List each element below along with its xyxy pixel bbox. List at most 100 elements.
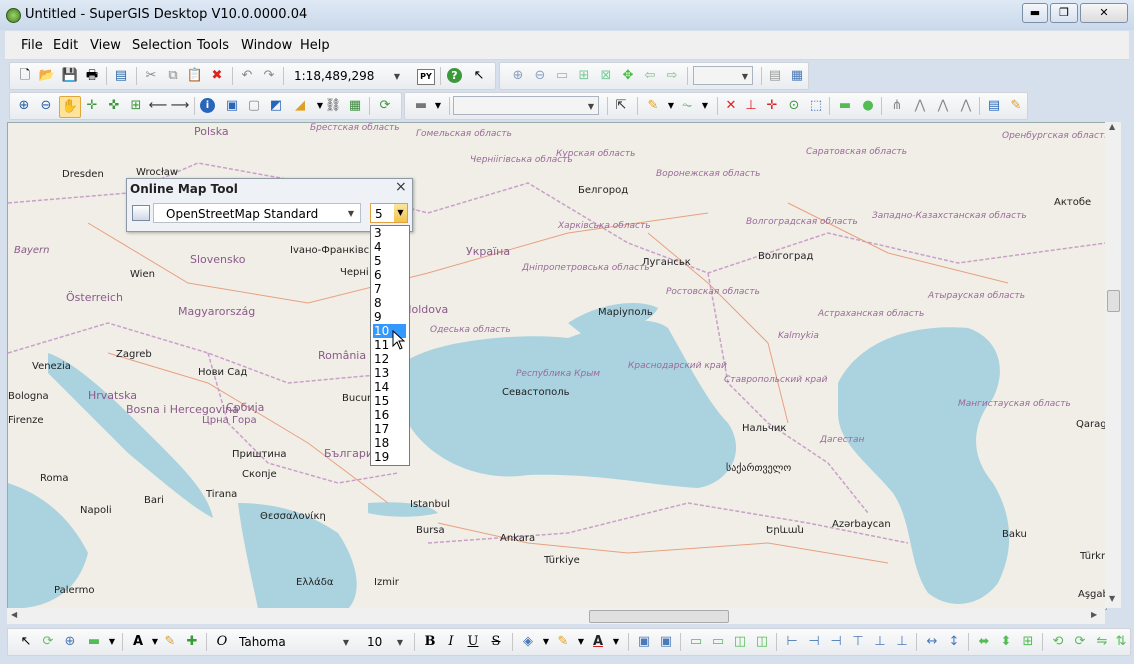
font-color-icon[interactable]: A bbox=[588, 632, 608, 652]
group-icon[interactable]: ▣ bbox=[634, 632, 654, 652]
menu-window[interactable]: Window bbox=[241, 38, 292, 53]
menu-selection[interactable]: Selection bbox=[132, 38, 192, 53]
map-provider-select[interactable]: OpenStreetMap Standard ▼ bbox=[153, 203, 361, 223]
zoom-in-icon[interactable]: ⊕ bbox=[14, 96, 34, 116]
make-same-size-icon[interactable]: ⊞ bbox=[1018, 632, 1038, 652]
edit-vertices-icon[interactable]: ⬚ bbox=[806, 96, 826, 116]
underline-button[interactable]: U bbox=[463, 632, 483, 652]
rectangle-shape-icon[interactable]: ▬ bbox=[835, 96, 855, 116]
next-extent-icon[interactable]: ⇨ bbox=[662, 66, 682, 86]
sketch-pencil-icon[interactable]: ✎ bbox=[643, 96, 663, 116]
send-backward-icon[interactable]: ◫ bbox=[752, 632, 772, 652]
previous-extent-icon[interactable]: ⇦ bbox=[640, 66, 660, 86]
align-right-icon[interactable]: ⊣ bbox=[826, 632, 846, 652]
zoom-level-option[interactable]: 17 bbox=[373, 422, 406, 436]
paste-icon[interactable]: 📋 bbox=[185, 66, 205, 86]
vertex-icon[interactable]: ⊙ bbox=[784, 96, 804, 116]
layout-view-icon[interactable]: ▤ bbox=[765, 66, 785, 86]
python-console-icon[interactable]: PY bbox=[417, 69, 435, 85]
distribute-vertical-icon[interactable]: ↕ bbox=[944, 632, 964, 652]
scroll-thumb[interactable] bbox=[589, 610, 729, 623]
pan-extent-icon[interactable]: ✥ bbox=[618, 66, 638, 86]
target-layer-combo[interactable]: ▼ bbox=[453, 96, 599, 115]
zoom-level-option[interactable]: 19 bbox=[373, 450, 406, 464]
zoom-level-option[interactable]: 18 bbox=[373, 436, 406, 450]
save-icon[interactable]: 💾 bbox=[60, 66, 80, 86]
clear-selection-icon[interactable]: ▢ bbox=[244, 96, 264, 116]
edit-annotation-icon[interactable]: ✎ bbox=[1006, 96, 1026, 116]
font-name-select[interactable]: Tahoma ▼ bbox=[234, 632, 354, 651]
chevron-down-icon[interactable]: ▼ bbox=[606, 632, 626, 652]
whats-this-icon[interactable]: ↖ bbox=[469, 66, 489, 86]
panel-close-button[interactable]: × bbox=[395, 179, 407, 195]
close-button[interactable]: ✕ bbox=[1080, 3, 1128, 23]
zoom-level-option[interactable]: 9 bbox=[373, 310, 406, 324]
copy-icon[interactable]: ⧉ bbox=[163, 66, 183, 86]
union-icon[interactable]: ⋀ bbox=[910, 96, 930, 116]
sketch-tool-icon[interactable]: ⏦ bbox=[677, 96, 697, 116]
flip-vertical-icon[interactable]: ⇅ bbox=[1111, 632, 1131, 652]
minimize-button[interactable]: ▬ bbox=[1022, 3, 1048, 23]
fill-color-icon[interactable]: ◈ bbox=[518, 632, 538, 652]
fixed-zoom-in-icon[interactable]: ⊕ bbox=[508, 66, 528, 86]
make-same-width-icon[interactable]: ⬌ bbox=[974, 632, 994, 652]
edit-vertices-icon[interactable]: ✚ bbox=[182, 632, 202, 652]
chevron-down-icon[interactable]: ▼ bbox=[102, 632, 122, 652]
undo-icon[interactable]: ↶ bbox=[237, 66, 257, 86]
scroll-right-icon[interactable]: ▶ bbox=[1091, 610, 1097, 619]
chevron-down-icon[interactable]: ▼ bbox=[428, 96, 448, 116]
chevron-down-icon[interactable]: ▼ bbox=[394, 204, 407, 222]
align-center-icon[interactable]: ⊣ bbox=[804, 632, 824, 652]
zoom-level-option[interactable]: 8 bbox=[373, 296, 406, 310]
menu-view[interactable]: View bbox=[90, 38, 121, 53]
align-left-icon[interactable]: ⊢ bbox=[782, 632, 802, 652]
scroll-left-icon[interactable]: ◀ bbox=[11, 610, 17, 619]
zoom-level-option[interactable]: 7 bbox=[373, 282, 406, 296]
select-elements-icon[interactable]: ↖ bbox=[16, 632, 36, 652]
scroll-down-icon[interactable]: ▼ bbox=[1109, 594, 1115, 603]
open-folder-icon[interactable]: 📂 bbox=[37, 66, 57, 86]
fixed-zoom-out-icon[interactable]: ⊖ bbox=[530, 66, 550, 86]
zoom-out-icon[interactable]: ⊖ bbox=[36, 96, 56, 116]
perpendicular-icon[interactable]: ⊥ bbox=[741, 96, 761, 116]
send-back-icon[interactable]: ▭ bbox=[708, 632, 728, 652]
make-same-height-icon[interactable]: ⬍ bbox=[996, 632, 1016, 652]
align-top-icon[interactable]: ⊤ bbox=[848, 632, 868, 652]
intersection-icon[interactable]: ✛ bbox=[762, 96, 782, 116]
back-arrow-icon[interactable]: ⟵ bbox=[148, 96, 168, 116]
rotate-left-icon[interactable]: ⟲ bbox=[1048, 632, 1068, 652]
scroll-up-icon[interactable]: ▲ bbox=[1109, 122, 1115, 131]
menu-edit[interactable]: Edit bbox=[53, 38, 78, 53]
zoom-in-fixed-icon[interactable]: ✛ bbox=[82, 96, 102, 116]
maximize-button[interactable]: ❐ bbox=[1050, 3, 1078, 23]
help-icon[interactable]: ? bbox=[447, 68, 462, 83]
zoom-level-option[interactable]: 14 bbox=[373, 380, 406, 394]
zoom-level-option[interactable]: 5 bbox=[373, 254, 406, 268]
pencil-icon[interactable]: ✎ bbox=[160, 632, 180, 652]
line-color-icon[interactable]: ✎ bbox=[553, 632, 573, 652]
zoom-level-option[interactable]: 16 bbox=[373, 408, 406, 422]
redo-icon[interactable]: ↷ bbox=[259, 66, 279, 86]
distribute-horizontal-icon[interactable]: ↔ bbox=[922, 632, 942, 652]
flip-horizontal-icon[interactable]: ⇋ bbox=[1092, 632, 1112, 652]
map-scale-combo[interactable]: 1:18,489,298 ▼ bbox=[289, 66, 405, 85]
zoom-level-option[interactable]: 12 bbox=[373, 352, 406, 366]
pan-hand-icon[interactable]: ✋ bbox=[59, 96, 81, 118]
new-document-icon[interactable]: 🗋 bbox=[15, 66, 35, 86]
zoom-out-fixed-icon[interactable]: ✜ bbox=[104, 96, 124, 116]
circle-shape-icon[interactable]: ● bbox=[858, 96, 878, 116]
measure-icon[interactable]: ◢ bbox=[290, 96, 310, 116]
full-extent-icon[interactable]: ⊞ bbox=[574, 66, 594, 86]
full-extent-icon[interactable]: ⊞ bbox=[126, 96, 146, 116]
print-icon[interactable]: 🖶 bbox=[82, 66, 102, 86]
horizontal-scrollbar[interactable]: ◀ ▶ bbox=[7, 608, 1105, 624]
hyperlink-icon[interactable]: ◩ bbox=[266, 96, 286, 116]
zoom-level-option[interactable]: 13 bbox=[373, 366, 406, 380]
identify-icon[interactable]: i bbox=[200, 98, 215, 113]
online-map-icon[interactable] bbox=[132, 205, 150, 221]
zoom-level-option[interactable]: 6 bbox=[373, 268, 406, 282]
merge-icon[interactable]: ⋀ bbox=[933, 96, 953, 116]
strikethrough-button[interactable]: S bbox=[486, 632, 506, 652]
zoom-level-option[interactable]: 3 bbox=[373, 226, 406, 240]
font-size-select[interactable]: 10 ▼ bbox=[362, 632, 408, 651]
